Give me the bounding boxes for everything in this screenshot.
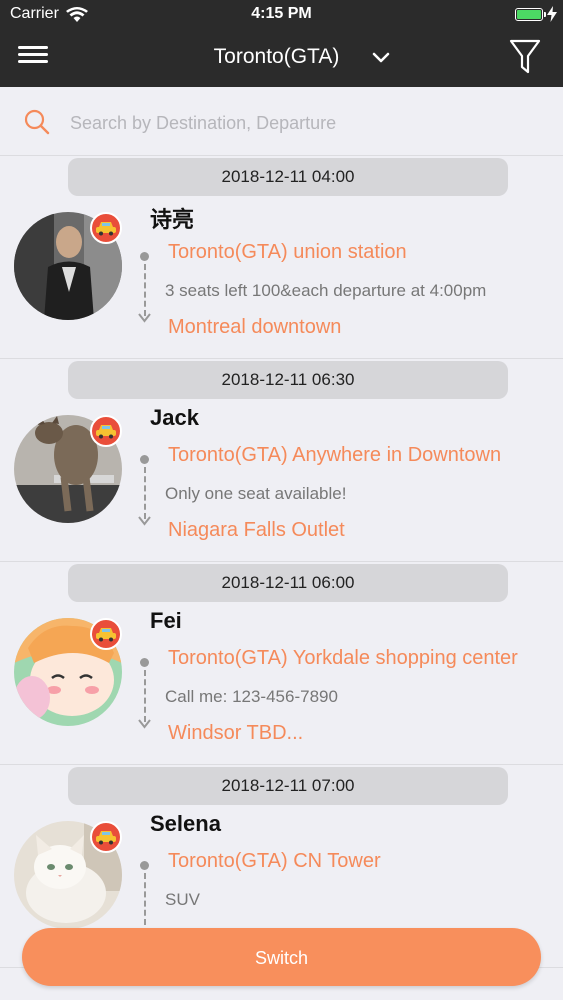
route-start-dot xyxy=(140,658,149,667)
filter-icon[interactable] xyxy=(509,39,541,75)
car-icon xyxy=(96,425,116,439)
trip-row[interactable]: 2018-12-11 04:00 诗亮 Toronto(GTA) union s… xyxy=(0,156,563,359)
driver-name: Fei xyxy=(150,608,182,633)
route-line xyxy=(144,873,146,925)
driver-name: 诗亮 xyxy=(150,207,195,232)
trip-list: 2018-12-11 04:00 诗亮 Toronto(GTA) union s… xyxy=(0,156,563,968)
search-input[interactable] xyxy=(68,109,532,137)
trip-date: 2018-12-11 06:30 xyxy=(68,361,508,399)
trip-date: 2018-12-11 06:00 xyxy=(68,564,508,602)
car-icon xyxy=(96,628,116,642)
route-line xyxy=(144,467,146,519)
car-badge xyxy=(90,618,122,650)
battery-icon xyxy=(515,8,546,21)
city-selector[interactable]: Toronto(GTA) xyxy=(0,45,563,69)
trip-date: 2018-12-11 07:00 xyxy=(68,767,508,805)
trip-row[interactable]: 2018-12-11 06:30 Jack Toronto(GTA) Anywh… xyxy=(0,359,563,562)
car-icon xyxy=(96,222,116,236)
destination-location: Montreal downtown xyxy=(168,316,342,338)
driver-name: Selena xyxy=(150,811,221,836)
search-icon xyxy=(24,109,50,135)
route-start-dot xyxy=(140,455,149,464)
trip-date: 2018-12-11 04:00 xyxy=(68,158,508,196)
destination-location: Windsor TBD... xyxy=(168,722,304,744)
navigation-bar: Toronto(GTA) xyxy=(0,30,563,87)
arrow-down-icon xyxy=(138,313,151,323)
trip-note: Only one seat available! xyxy=(165,484,347,503)
departure-location: Toronto(GTA) Yorkdale shopping center xyxy=(168,647,518,669)
trip-note: 3 seats left 100&each departure at 4:00p… xyxy=(165,281,487,300)
charging-icon xyxy=(547,6,557,22)
car-badge xyxy=(90,212,122,244)
chevron-down-icon[interactable] xyxy=(372,52,390,64)
car-badge xyxy=(90,415,122,447)
route-line xyxy=(144,670,146,722)
arrow-down-icon xyxy=(138,516,151,526)
car-icon xyxy=(96,831,116,845)
route-start-dot xyxy=(140,252,149,261)
driver-name: Jack xyxy=(150,405,199,430)
trip-note: SUV xyxy=(165,890,200,909)
arrow-down-icon xyxy=(138,719,151,729)
search-bar xyxy=(0,87,563,156)
trip-row[interactable]: 2018-12-11 06:00 Fei Toronto(GTA) Yorkda… xyxy=(0,562,563,765)
city-title: Toronto(GTA) xyxy=(213,45,340,68)
departure-location: Toronto(GTA) CN Tower xyxy=(168,850,381,872)
departure-location: Toronto(GTA) union station xyxy=(168,241,407,263)
destination-location: Niagara Falls Outlet xyxy=(168,519,345,541)
trip-note: Call me: 123-456-7890 xyxy=(165,687,338,706)
route-line xyxy=(144,264,146,316)
car-badge xyxy=(90,821,122,853)
switch-button[interactable]: Switch xyxy=(22,928,541,986)
route-start-dot xyxy=(140,861,149,870)
clock: 4:15 PM xyxy=(251,5,312,22)
status-bar: Carrier 4:15 PM xyxy=(0,0,563,30)
departure-location: Toronto(GTA) Anywhere in Downtown xyxy=(168,444,502,466)
